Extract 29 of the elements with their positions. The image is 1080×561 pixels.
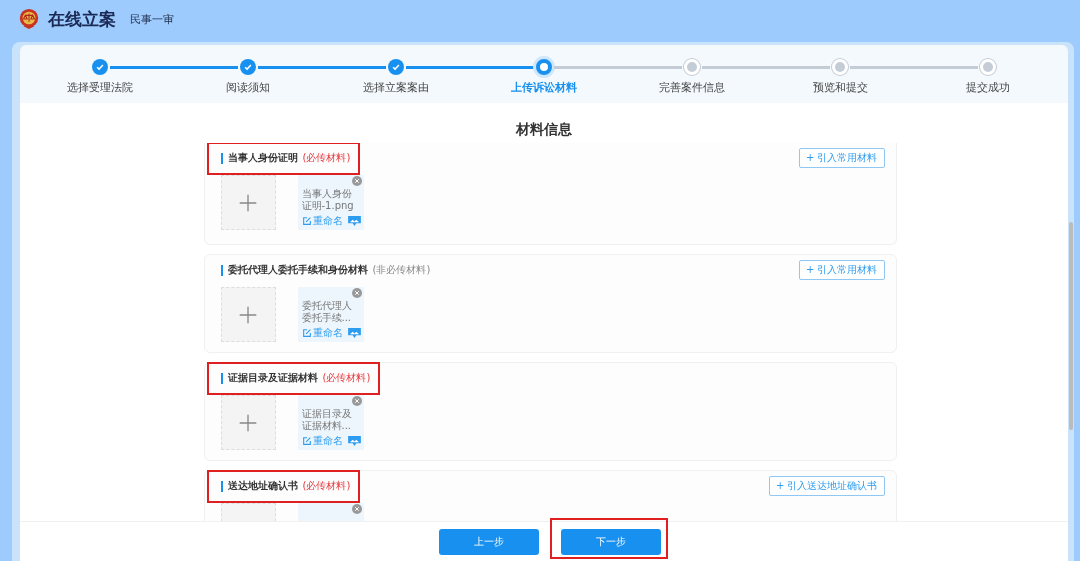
section-heading: 材料信息 bbox=[515, 120, 573, 139]
material-title: 当事人身份证明 bbox=[227, 151, 298, 165]
step-button[interactable]: 下一步 bbox=[561, 528, 661, 555]
app-title: 在线立案 bbox=[48, 7, 116, 31]
step-label: 选择立案案由 bbox=[363, 80, 429, 95]
import-button[interactable]: + 引入送达地址确认书 bbox=[768, 476, 885, 496]
material-title: 委托代理人委托手续和身份材料 bbox=[227, 263, 368, 277]
step-label: 提交成功 bbox=[966, 80, 1010, 95]
requirement-note: (必传材料) bbox=[322, 371, 371, 385]
step-label: 阅读须知 bbox=[226, 80, 270, 95]
material-title: 送达地址确认书 bbox=[227, 479, 298, 493]
file-name: 证据目录及证据材料... bbox=[301, 408, 353, 432]
import-button[interactable]: + 引入常用材料 bbox=[798, 260, 885, 280]
requirement-note: (必传材料) bbox=[302, 479, 351, 493]
step-button[interactable]: 上一步 bbox=[439, 528, 539, 555]
rename-link[interactable]: 重命名 bbox=[301, 434, 343, 448]
case-type: 民事一审 bbox=[130, 11, 174, 27]
requirement-note: (必传材料) bbox=[302, 151, 351, 165]
rename-link[interactable]: 重命名 bbox=[301, 326, 343, 340]
step-label: 选择受理法院 bbox=[67, 80, 133, 95]
import-button[interactable]: + 引入常用材料 bbox=[798, 148, 885, 168]
requirement-note: (非必传材料) bbox=[372, 263, 431, 277]
step-label: 完善案件信息 bbox=[659, 80, 725, 95]
file-name: 委托代理人委托手续... bbox=[301, 300, 353, 324]
step-label: 上传诉讼材料 bbox=[511, 80, 577, 95]
step-label: 预览和提交 bbox=[812, 80, 868, 95]
file-name: 当事人身份证明-1.png bbox=[301, 188, 355, 212]
rename-link[interactable]: 重命名 bbox=[301, 214, 343, 228]
material-title: 证据目录及证据材料 bbox=[227, 371, 318, 385]
